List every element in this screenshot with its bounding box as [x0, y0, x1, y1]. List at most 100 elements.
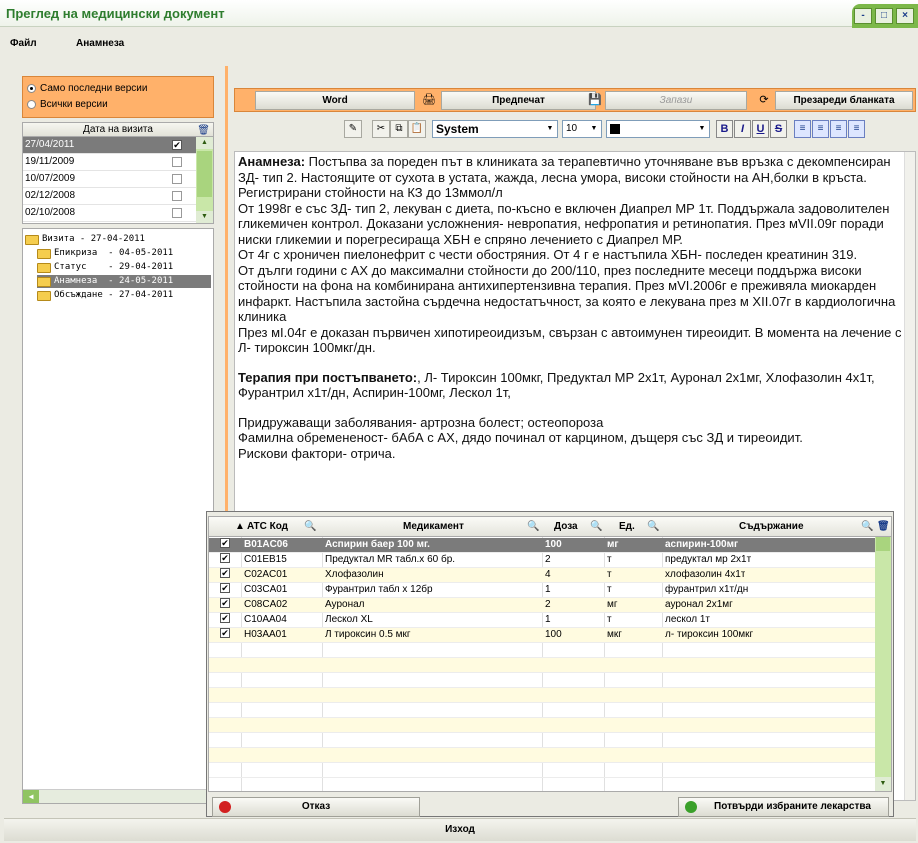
scroll-thumb[interactable]	[197, 151, 212, 197]
save-button[interactable]: Запази	[605, 91, 747, 110]
copy-icon[interactable]: ⧉	[390, 120, 408, 138]
medication-checkbox[interactable]: ✔	[220, 568, 230, 578]
medication-row[interactable]: ✔ B01AC06 Аспирин баер 100 мг. 100 мг ас…	[209, 538, 876, 553]
scroll-up-icon[interactable]: ▲	[196, 137, 213, 149]
tree-node-discussion[interactable]: Обсъждане - 27-04-2011	[37, 289, 173, 302]
medication-checkbox[interactable]: ✔	[220, 598, 230, 608]
medication-grid: ▲ ATC Код 🔍 Медикамент 🔍 Доза 🔍 Ед. 🔍 Съ…	[208, 516, 892, 792]
bold-button[interactable]: B	[716, 120, 733, 138]
medication-row[interactable]: ✔ C08CA02 Ауронал 2 мг ауронал 2х1мг	[209, 598, 876, 613]
visit-checkbox[interactable]: ✔	[172, 140, 182, 150]
visit-checkbox[interactable]	[172, 191, 182, 201]
tree-node-status[interactable]: Статус - 29-04-2011	[37, 261, 173, 274]
visit-row[interactable]: 27/04/2011 ✔	[23, 137, 196, 154]
format-toolbar: ✎ ✂ ⧉ 📋 System ▼ 10 ▼ ▼ B I U S ≡ ≡ ≡ ≡	[234, 116, 916, 142]
medication-row[interactable]: ✔ H03AA01 Л тироксин 0.5 мкг 100 мкг л- …	[209, 628, 876, 643]
cut-icon[interactable]: ✂	[372, 120, 390, 138]
minimize-button[interactable]: -	[854, 8, 872, 24]
medication-row[interactable]: ✔ C02AC01 Хлофазолин 4 т хлофазолин 4х1т	[209, 568, 876, 583]
radio-all-versions[interactable]: Всички версии	[27, 99, 108, 110]
underline-button[interactable]: U	[752, 120, 769, 138]
document-toolbar: Word 🖨 Предпечат 💾 Запази ⟳ Презареди бл…	[234, 88, 916, 112]
size-value: 10	[566, 123, 578, 134]
visit-row[interactable]: 02/12/2008	[23, 188, 196, 205]
tree-node-anamnesis[interactable]: Анамнеза - 24-05-2011	[37, 275, 211, 288]
reload-form-button[interactable]: Презареди бланката	[775, 91, 913, 110]
color-select[interactable]: ▼	[606, 120, 710, 138]
folder-icon	[37, 248, 51, 259]
scroll-down-icon[interactable]: ▼	[875, 777, 891, 791]
align-right-icon[interactable]: ≡	[830, 120, 847, 138]
radio-latest-versions[interactable]: Само последни версии	[27, 83, 147, 94]
cancel-button[interactable]: Отказ	[212, 797, 420, 817]
header-dose[interactable]: Доза	[554, 521, 578, 532]
visit-date: 19/11/2009	[25, 156, 75, 167]
scroll-thumb[interactable]	[876, 537, 890, 551]
empty-row	[209, 688, 876, 703]
header-content[interactable]: Съдържание	[739, 521, 804, 532]
medication-row[interactable]: ✔ C01EB15 Предуктал MR табл.х 60 бр. 2 т…	[209, 553, 876, 568]
paste-icon[interactable]: 📋	[408, 120, 426, 138]
grid-scrollbar[interactable]: ▼	[875, 537, 891, 791]
medication-row[interactable]: ✔ C10AA04 Лескол XL 1 т лескол 1т	[209, 613, 876, 628]
align-center-icon[interactable]: ≡	[812, 120, 829, 138]
filter-icon[interactable]: 🔍	[590, 521, 602, 532]
format-icon[interactable]: ✎	[344, 120, 362, 138]
filter-icon[interactable]: 🔍	[527, 521, 539, 532]
visit-checkbox[interactable]	[172, 208, 182, 218]
filter-icon[interactable]: 🔍	[647, 521, 659, 532]
filter-icon[interactable]: 🔍	[304, 521, 316, 532]
tree-node-epicrisis[interactable]: Епикриза - 04-05-2011	[37, 247, 173, 260]
cell-dose: 100	[545, 539, 562, 550]
preview-icon: 🖨	[422, 94, 436, 106]
align-left-icon[interactable]: ≡	[794, 120, 811, 138]
medication-row[interactable]: ✔ C03CA01 Фурантрил табл х 12бр 1 т фура…	[209, 583, 876, 598]
empty-row	[209, 643, 876, 658]
close-button[interactable]: ×	[896, 8, 914, 24]
menu-file[interactable]: Файл	[10, 38, 37, 49]
radio-latest-label: Само последни версии	[40, 83, 148, 94]
confirm-medications-button[interactable]: Потвърди избраните лекарства	[678, 797, 889, 817]
save-icon: 💾	[588, 94, 602, 106]
medication-checkbox[interactable]: ✔	[220, 613, 230, 623]
italic-button[interactable]: I	[734, 120, 751, 138]
tree-hscrollbar[interactable]: ◀	[23, 789, 213, 803]
medication-checkbox[interactable]: ✔	[220, 538, 230, 548]
header-atc[interactable]: ATC Код	[247, 521, 288, 532]
header-medicine[interactable]: Медикамент	[403, 521, 464, 532]
align-justify-icon[interactable]: ≡	[848, 120, 865, 138]
visit-row[interactable]: 19/11/2009	[23, 154, 196, 171]
medication-checkbox[interactable]: ✔	[220, 628, 230, 638]
exit-button[interactable]: Изход	[4, 818, 916, 841]
visits-scrollbar[interactable]: ▲ ▼	[196, 137, 213, 223]
font-select[interactable]: System ▼	[432, 120, 558, 138]
scroll-left-icon[interactable]: ◀	[23, 790, 39, 803]
menu-anamnesis[interactable]: Анамнеза	[76, 38, 124, 49]
trash-icon[interactable]: 🗑	[197, 124, 210, 138]
tree-node-label: Визита - 27-04-2011	[42, 234, 145, 244]
trash-icon[interactable]: 🗑	[877, 521, 890, 532]
size-select[interactable]: 10 ▼	[562, 120, 602, 138]
scroll-down-icon[interactable]: ▼	[196, 211, 213, 223]
cell-content: предуктал мр 2х1т	[665, 554, 752, 565]
visit-row[interactable]: 10/07/2009	[23, 171, 196, 188]
editor-scrollbar[interactable]	[904, 152, 915, 800]
medication-checkbox[interactable]: ✔	[220, 583, 230, 593]
preview-button[interactable]: Предпечат	[441, 91, 596, 110]
tree-node-visit[interactable]: Визита - 27-04-2011	[25, 233, 145, 246]
filter-icon[interactable]: 🔍	[861, 521, 873, 532]
cell-unit: мг	[607, 599, 618, 610]
left-pane: Само последни версии Всички версии Дата …	[18, 66, 218, 813]
visit-checkbox[interactable]	[172, 157, 182, 167]
word-button[interactable]: Word	[255, 91, 415, 110]
cell-content: л- тироксин 100мкг	[665, 629, 754, 640]
visit-row[interactable]: 02/10/2008	[23, 205, 196, 222]
cell-medicine: Аспирин баер 100 мг.	[325, 539, 430, 550]
window-title: Преглед на медицински документ	[6, 6, 225, 21]
strikethrough-button[interactable]: S	[770, 120, 787, 138]
header-unit[interactable]: Ед.	[619, 521, 635, 532]
visit-checkbox[interactable]	[172, 174, 182, 184]
medication-checkbox[interactable]: ✔	[220, 553, 230, 563]
sort-asc-icon[interactable]: ▲	[235, 521, 245, 532]
maximize-button[interactable]: □	[875, 8, 893, 24]
